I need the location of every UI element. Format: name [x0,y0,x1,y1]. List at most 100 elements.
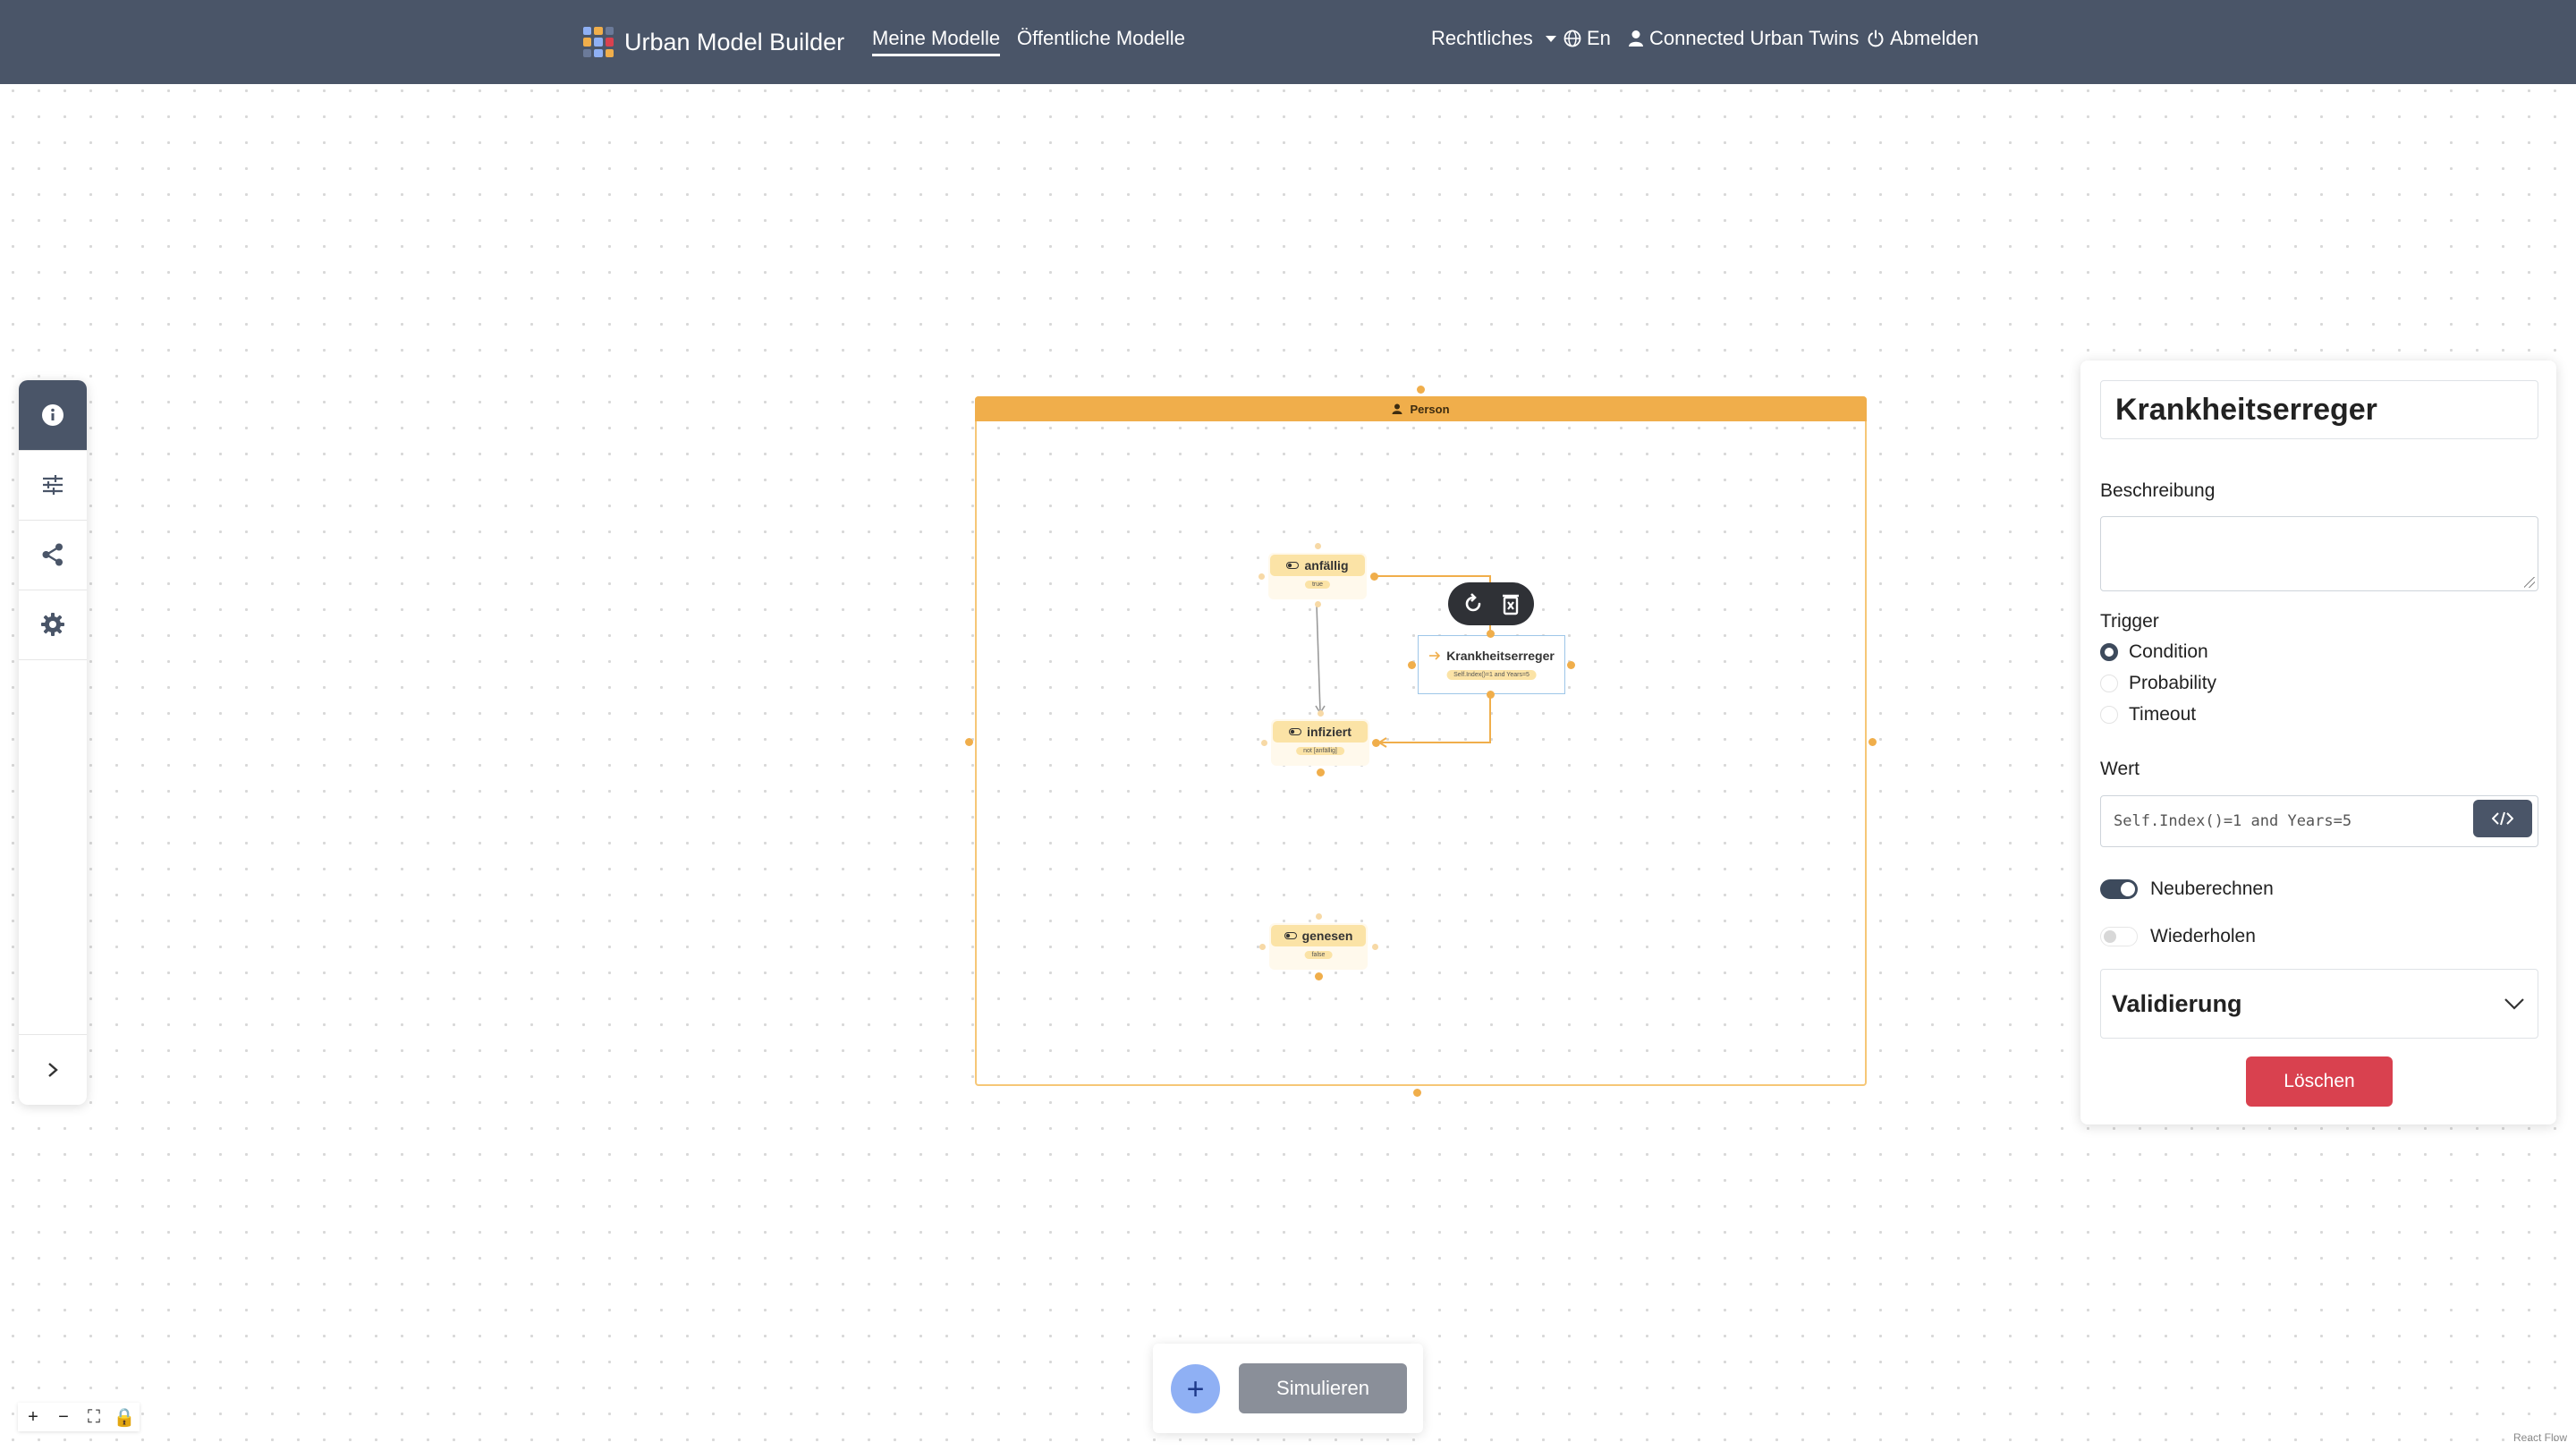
resize-grip-icon[interactable] [2524,577,2535,588]
state-handle[interactable] [1316,913,1322,920]
toggle-state-icon [1289,728,1302,735]
state-handle[interactable] [1259,944,1266,950]
radio-unselected[interactable] [2100,706,2118,724]
recalculate-toggle-row[interactable]: Neuberechnen [2100,878,2274,900]
recalculate-toggle[interactable] [2100,879,2138,899]
group-handle-top[interactable] [1417,386,1425,394]
toolbar-share-button[interactable] [19,520,87,590]
state-node-anfaellig[interactable]: anfällig true [1268,553,1367,599]
transition-name: Krankheitserreger [1446,649,1555,663]
power-icon [1868,30,1884,47]
chevron-right-icon [48,1063,58,1077]
trigger-option-label: Timeout [2129,704,2197,725]
left-toolbar [19,380,87,1105]
user-menu[interactable]: Connected Urban Twins [1628,27,1859,50]
rotate-icon[interactable] [1462,592,1485,615]
sliders-icon [43,475,63,495]
brand[interactable]: Urban Model Builder [583,23,844,61]
trigger-option-probability[interactable]: Probability [2100,673,2216,694]
person-group-frame[interactable] [975,396,1867,1086]
transition-title: Krankheitserreger [1419,649,1564,663]
state-handle[interactable] [1370,573,1378,581]
state-handle[interactable] [1318,710,1324,717]
repeat-label: Wiederholen [2150,926,2256,946]
delete-button[interactable]: Löschen [2246,1056,2393,1107]
value-code-text: Self.Index()=1 and Years=5 [2114,812,2352,830]
state-header: anfällig [1270,555,1365,576]
node-toolbar [1448,582,1534,625]
state-handle[interactable] [1315,972,1323,980]
language-label: En [1587,27,1611,49]
code-editor-button[interactable] [2473,800,2532,837]
group-handle-bottom[interactable] [1413,1089,1421,1097]
state-header: genesen [1271,925,1366,946]
react-flow-attribution[interactable]: React Flow [2513,1431,2567,1444]
radio-selected[interactable] [2100,643,2118,661]
legal-dropdown[interactable]: Rechtliches [1431,27,1556,50]
fit-view-button[interactable]: ⛶ [79,1403,109,1431]
info-icon [42,404,64,426]
state-handle[interactable] [1315,543,1321,549]
group-label: Person [1410,402,1450,416]
group-handle-left[interactable] [965,738,973,746]
user-icon [1629,30,1643,47]
chevron-down-icon [2504,998,2524,1010]
zoom-in-button[interactable]: + [18,1403,48,1431]
trigger-option-timeout[interactable]: Timeout [2100,704,2196,726]
properties-panel: Krankheitserreger Beschreibung Trigger C… [2080,361,2556,1124]
state-header: infiziert [1273,721,1368,742]
trigger-option-condition[interactable]: Condition [2100,641,2208,663]
nav-my-models[interactable]: Meine Modelle [872,27,1001,56]
node-title-input[interactable]: Krankheitserreger [2100,380,2538,439]
add-node-button[interactable]: + [1171,1364,1220,1413]
state-handle[interactable] [1261,740,1267,746]
state-handle[interactable] [1258,573,1265,580]
trigger-label: Trigger [2100,611,2159,632]
state-name: infiziert [1307,725,1352,739]
state-value: false [1304,951,1333,959]
toggle-state-icon [1286,562,1300,569]
nav-public-models[interactable]: Öffentliche Modelle [1017,27,1185,50]
state-node-genesen[interactable]: genesen false [1269,923,1368,970]
trigger-option-label: Condition [2129,641,2208,662]
transition-handle-bottom[interactable] [1487,691,1495,699]
toolbar-expand-button[interactable] [19,1034,87,1105]
brand-title: Urban Model Builder [624,28,845,55]
logout-button[interactable]: Abmelden [1867,27,1979,50]
zoom-out-button[interactable]: − [48,1403,79,1431]
simulate-button[interactable]: Simulieren [1239,1363,1407,1413]
gear-icon [41,613,64,636]
logout-label: Abmelden [1890,27,1979,49]
transition-node-krankheitserreger[interactable]: Krankheitserreger Self.Index()=1 and Yea… [1418,635,1565,694]
state-node-infiziert[interactable]: infiziert not [anfällig] [1271,719,1369,766]
share-icon [42,543,63,566]
lock-button[interactable]: 🔒 [109,1403,140,1431]
language-switcher[interactable]: En [1563,27,1611,50]
radio-unselected[interactable] [2100,675,2118,692]
state-handle[interactable] [1317,768,1325,776]
repeat-toggle[interactable] [2100,927,2138,946]
toolbar-info-button[interactable] [19,380,87,451]
top-navbar: Urban Model Builder Meine Modelle Öffent… [0,0,2576,84]
state-handle[interactable] [1372,944,1378,950]
transition-handle-left[interactable] [1408,661,1416,669]
delete-node-icon[interactable] [1501,592,1521,615]
recalculate-label: Neuberechnen [2150,878,2274,899]
description-textarea[interactable] [2100,516,2538,591]
transition-arrow-icon [1429,651,1441,660]
toolbar-settings-sliders-button[interactable] [19,450,87,521]
transition-handle-right[interactable] [1567,661,1575,669]
repeat-toggle-row[interactable]: Wiederholen [2100,926,2256,947]
validation-accordion[interactable]: Validierung [2100,969,2538,1039]
state-handle[interactable] [1372,739,1380,747]
transition-handle-top[interactable] [1487,630,1495,638]
value-code-input[interactable]: Self.Index()=1 and Years=5 [2100,795,2538,847]
group-handle-right[interactable] [1868,738,1877,746]
state-value: true [1304,581,1331,589]
person-group-header[interactable]: Person [975,396,1867,421]
person-icon [1392,403,1402,414]
state-value: not [anfällig] [1296,747,1344,755]
state-handle[interactable] [1315,601,1321,607]
brand-logo-icon [583,27,614,57]
toolbar-gear-button[interactable] [19,590,87,660]
